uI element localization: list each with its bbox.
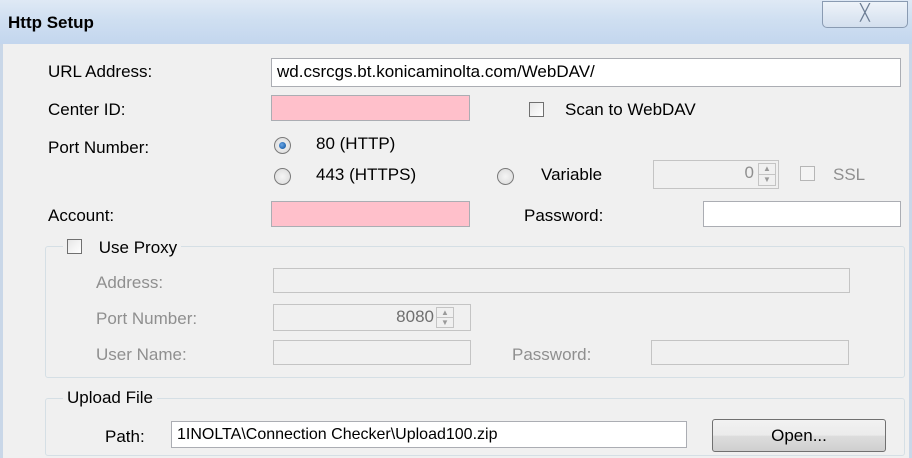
upload-file-header: Upload File [63,388,157,408]
port-443-label: 443 (HTTPS) [316,165,417,184]
proxy-user-name-input[interactable] [273,340,471,365]
close-icon: ╳ [860,5,870,22]
close-button[interactable]: ╳ [822,1,908,28]
proxy-password-label: Password: [512,345,592,364]
scan-to-webdav-label: Scan to WebDAV [565,100,696,119]
url-address-label: URL Address: [48,62,153,81]
proxy-address-label: Address: [96,273,164,292]
upload-path-input[interactable]: 1INOLTA\Connection Checker\Upload100.zip [171,421,687,448]
port-80-label: 80 (HTTP) [316,134,396,153]
center-id-label: Center ID: [48,100,126,119]
use-proxy-label: Use Proxy [98,237,178,257]
port-variable-radio[interactable] [497,168,514,185]
window-title: Http Setup [8,13,94,32]
scan-to-webdav-checkbox[interactable] [529,102,544,117]
port-variable-label: Variable [541,165,603,184]
proxy-password-input[interactable] [651,340,849,365]
proxy-stepper-up-icon[interactable]: ▲ [437,308,453,318]
port-number-label: Port Number: [48,138,150,157]
proxy-stepper-down-icon[interactable]: ▼ [437,318,453,328]
account-password-label: Password: [524,206,604,225]
port-443-radio[interactable] [274,168,291,185]
title-bar: Http Setup ╳ [0,0,912,44]
open-button[interactable]: Open... [712,419,886,452]
use-proxy-checkbox[interactable] [67,239,82,255]
ssl-label: SSL [833,165,866,184]
proxy-port-label: Port Number: [96,309,198,328]
variable-port-value: 0 [744,163,754,182]
account-password-input[interactable] [703,201,901,227]
proxy-port-stepper[interactable]: 8080 ▲ ▼ [273,304,471,331]
url-address-input[interactable]: wd.csrcgs.bt.konicaminolta.com/WebDAV/ [271,58,901,87]
proxy-stepper-arrows[interactable]: ▲ ▼ [436,307,454,328]
proxy-user-name-label: User Name: [96,345,187,364]
stepper-arrows[interactable]: ▲ ▼ [758,163,776,186]
proxy-port-value: 8080 [396,307,434,326]
proxy-address-input[interactable] [273,268,850,293]
port-80-radio[interactable] [274,137,291,154]
upload-path-label: Path: [105,427,145,446]
ssl-checkbox[interactable] [800,166,815,181]
stepper-down-icon[interactable]: ▼ [759,175,775,186]
account-input[interactable] [271,201,470,227]
proxy-group-header: Use Proxy [63,237,182,259]
account-label: Account: [48,206,115,225]
stepper-up-icon[interactable]: ▲ [759,164,775,175]
center-id-input[interactable] [271,95,470,121]
variable-port-stepper[interactable]: 0 ▲ ▼ [653,160,779,189]
